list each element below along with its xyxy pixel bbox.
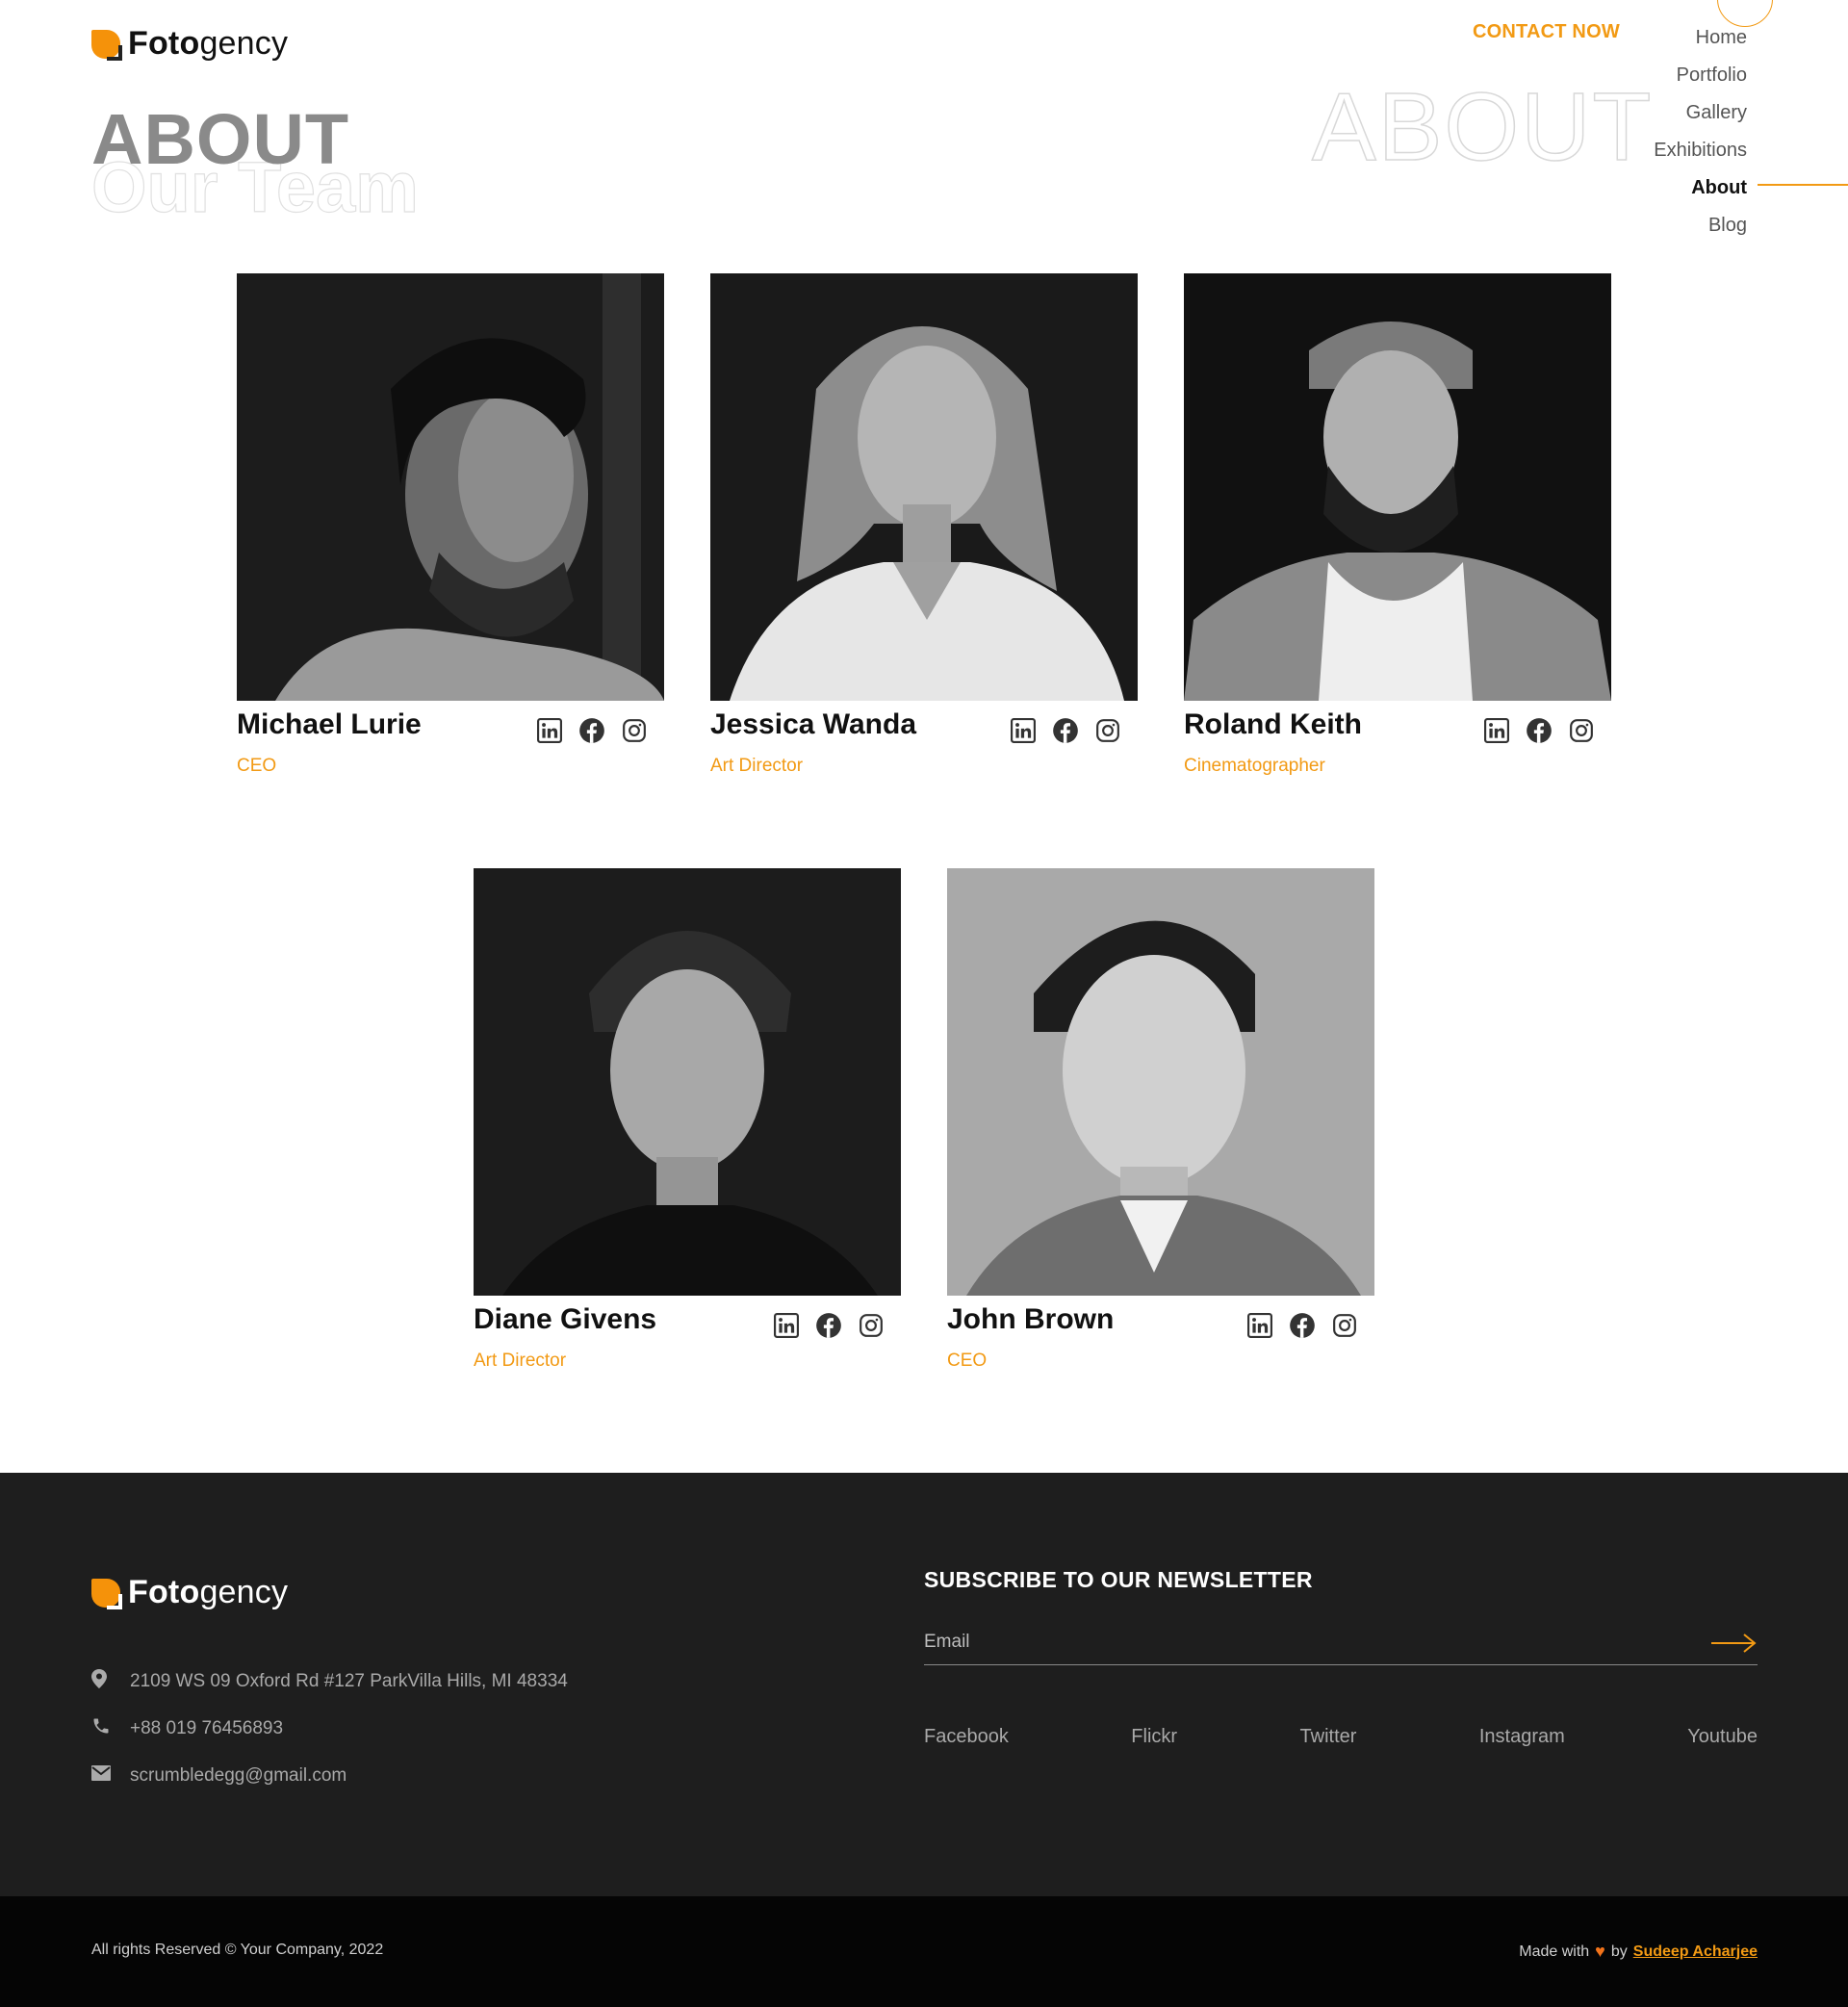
team-photo — [1184, 273, 1611, 701]
linkedin-icon[interactable] — [535, 716, 564, 745]
email-row: scrumbledegg@gmail.com — [91, 1752, 568, 1799]
nav-gallery[interactable]: Gallery — [1654, 94, 1747, 132]
member-role: CEO — [947, 1351, 988, 1371]
address-text: 2109 WS 09 Oxford Rd #127 ParkVilla Hill… — [130, 1670, 568, 1691]
phone-text: +88 019 76456893 — [130, 1717, 284, 1738]
member-socials — [1009, 716, 1122, 745]
instagram-icon[interactable] — [1330, 1311, 1359, 1340]
member-name: Roland Keith — [1184, 708, 1362, 740]
location-pin-icon — [91, 1668, 130, 1694]
instagram-icon[interactable] — [620, 716, 649, 745]
facebook-link[interactable]: Facebook — [924, 1726, 1009, 1748]
footer-logo[interactable]: Fotogency — [91, 1574, 288, 1611]
subscribe-arrow-icon[interactable] — [1709, 1631, 1758, 1656]
facebook-icon[interactable] — [1525, 716, 1553, 745]
footer-social-links: Facebook Flickr Twitter Instagram Youtub… — [924, 1726, 1758, 1748]
nav-exhibitions[interactable]: Exhibitions — [1654, 132, 1747, 169]
page-title: ABOUT — [91, 99, 350, 179]
facebook-icon[interactable] — [814, 1311, 843, 1340]
member-role: Art Director — [710, 756, 804, 776]
member-socials — [1482, 716, 1596, 745]
linkedin-icon[interactable] — [1482, 716, 1511, 745]
instagram-icon[interactable] — [1567, 716, 1596, 745]
copyright-text: All rights Reserved © Your Company, 2022 — [91, 1942, 384, 1958]
member-name: John Brown — [947, 1303, 1115, 1335]
nav-home[interactable]: Home — [1654, 19, 1747, 57]
facebook-icon[interactable] — [1051, 716, 1080, 745]
member-role: Art Director — [474, 1351, 567, 1371]
phone-icon — [91, 1716, 130, 1741]
twitter-link[interactable]: Twitter — [1300, 1726, 1357, 1748]
brand-name: Fotogency — [128, 1574, 289, 1610]
team-card: John Brown CEO — [947, 868, 1374, 1382]
member-name: Jessica Wanda — [710, 708, 916, 740]
brand-name: Fotogency — [128, 25, 289, 62]
member-role: Cinematographer — [1184, 756, 1325, 776]
member-name: Michael Lurie — [237, 708, 422, 740]
contact-now-link[interactable]: CONTACT NOW — [1473, 21, 1620, 43]
team-photo — [237, 273, 664, 701]
email-text: scrumbledegg@gmail.com — [130, 1764, 347, 1786]
address-row: 2109 WS 09 Oxford Rd #127 ParkVilla Hill… — [91, 1658, 568, 1705]
logo-mark-icon — [91, 29, 122, 61]
active-nav-indicator — [1758, 184, 1848, 186]
background-word: ABOUT — [1311, 73, 1654, 181]
brand-logo[interactable]: Fotogency — [91, 25, 288, 63]
team-photo — [710, 273, 1138, 701]
team-photo — [947, 868, 1374, 1296]
team-card: Roland Keith Cinematographer — [1184, 273, 1611, 787]
member-socials — [535, 716, 649, 745]
nav-portfolio[interactable]: Portfolio — [1654, 57, 1747, 94]
page: { "brand": {"bold": "Foto", "light": "ge… — [0, 0, 1848, 2007]
member-name: Diane Givens — [474, 1303, 657, 1335]
team-card: Jessica Wanda Art Director — [710, 273, 1138, 787]
member-socials — [1245, 1311, 1359, 1340]
author-link[interactable]: Sudeep Acharjee — [1633, 1943, 1758, 1961]
linkedin-icon[interactable] — [1009, 716, 1038, 745]
newsletter-email-input[interactable] — [924, 1619, 1758, 1665]
nav-about[interactable]: About — [1654, 169, 1747, 207]
facebook-icon[interactable] — [578, 716, 606, 745]
logo-mark-icon — [91, 1578, 122, 1609]
instagram-icon[interactable] — [1093, 716, 1122, 745]
linkedin-icon[interactable] — [772, 1311, 801, 1340]
instagram-link[interactable]: Instagram — [1479, 1726, 1565, 1748]
heart-icon: ♥ — [1595, 1942, 1605, 1961]
main-nav: Home Portfolio Gallery Exhibitions About… — [1654, 19, 1747, 244]
made-with-text: Made with — [1519, 1943, 1590, 1960]
phone-row: +88 019 76456893 — [91, 1705, 568, 1752]
member-role: CEO — [237, 756, 277, 776]
contact-list: 2109 WS 09 Oxford Rd #127 ParkVilla Hill… — [91, 1658, 568, 1799]
credits: Made with ♥ by Sudeep Acharjee — [1519, 1942, 1758, 1962]
team-photo — [474, 868, 901, 1296]
member-socials — [772, 1311, 886, 1340]
team-card: Diane Givens Art Director — [474, 868, 901, 1382]
nav-blog[interactable]: Blog — [1654, 207, 1747, 244]
envelope-icon — [91, 1764, 130, 1787]
by-text: by — [1610, 1943, 1628, 1960]
linkedin-icon[interactable] — [1245, 1311, 1274, 1340]
facebook-icon[interactable] — [1288, 1311, 1317, 1340]
instagram-icon[interactable] — [857, 1311, 886, 1340]
newsletter-title: SUBSCRIBE TO OUR NEWSLETTER — [924, 1567, 1313, 1592]
youtube-link[interactable]: Youtube — [1687, 1726, 1758, 1748]
flickr-link[interactable]: Flickr — [1131, 1726, 1177, 1748]
team-card: Michael Lurie CEO — [237, 273, 664, 787]
